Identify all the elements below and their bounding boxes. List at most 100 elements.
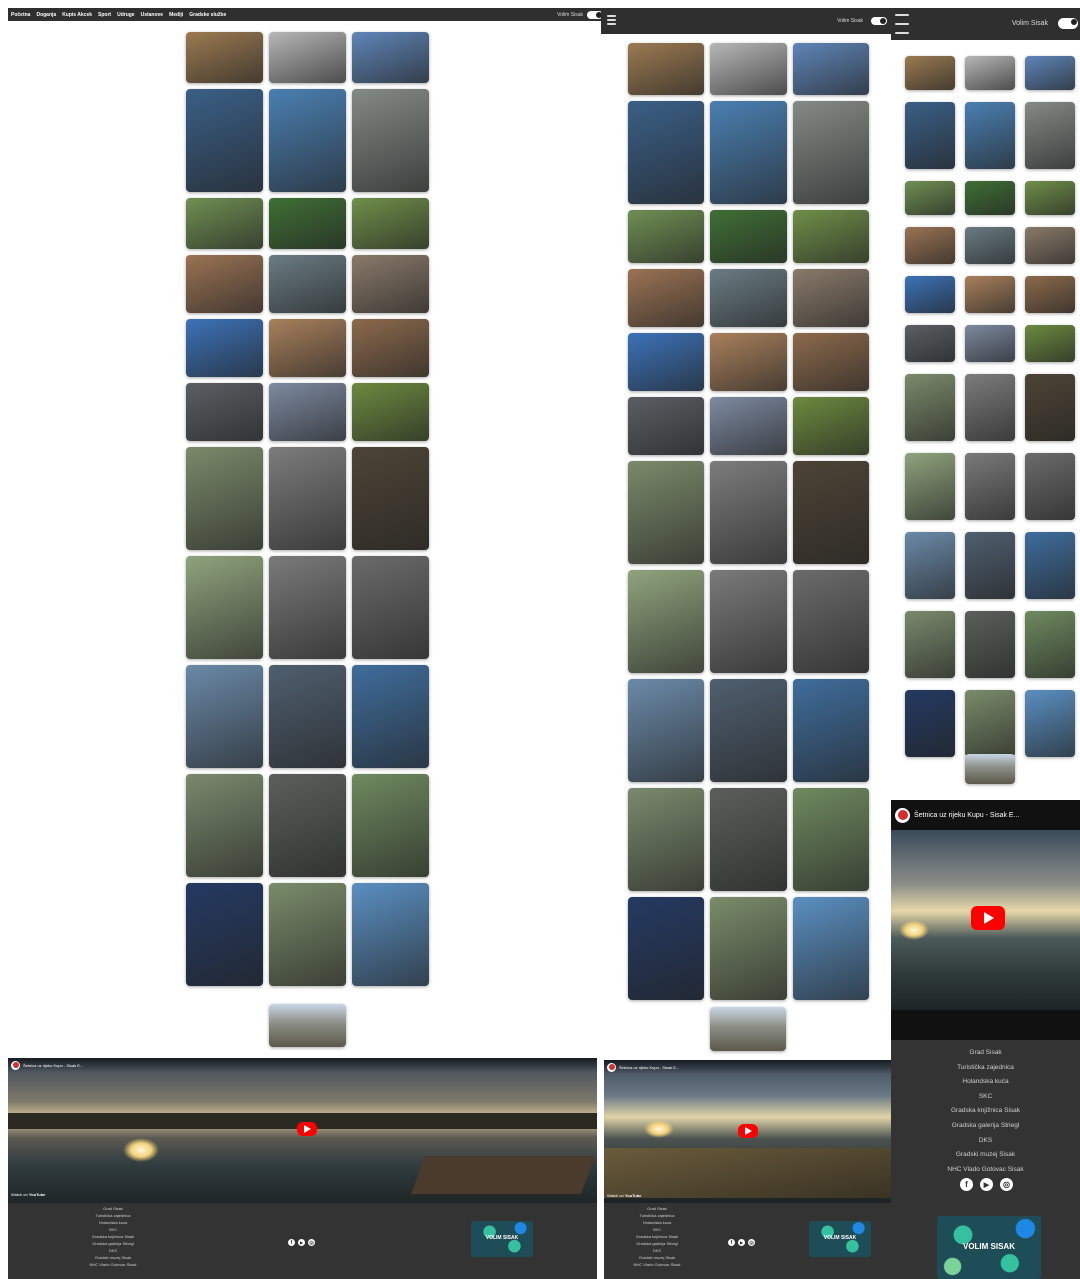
footer-link-grad-sisak[interactable]: Grad Sisak xyxy=(891,1046,1080,1061)
gallery-photo[interactable] xyxy=(905,690,955,757)
nav-item-mediji[interactable]: Mediji xyxy=(169,12,183,18)
gallery-photo[interactable] xyxy=(628,43,705,95)
gallery-photo[interactable] xyxy=(965,532,1015,599)
footer-link-galerija[interactable]: Gradska galerija Striegl xyxy=(68,1240,158,1247)
footer-link-nhc[interactable]: NHC Vlado Gotovac Sisak xyxy=(612,1261,702,1268)
gallery-photo[interactable] xyxy=(269,556,346,659)
volim-sisak-logo[interactable]: VOLIM SISAK xyxy=(937,1216,1041,1279)
gallery-photo[interactable] xyxy=(352,447,429,550)
nav-item-ustanove[interactable]: Ustanove xyxy=(141,12,164,18)
gallery-photo[interactable] xyxy=(905,325,955,362)
footer-link-skc[interactable]: SKC xyxy=(68,1226,158,1233)
gallery-photo[interactable] xyxy=(965,56,1015,90)
nav-item-gradske-sluzbe[interactable]: Gradske službe xyxy=(189,12,226,18)
footer-link-holandska[interactable]: Holandska kuća xyxy=(68,1219,158,1226)
nav-item-sport[interactable]: Sport xyxy=(98,12,111,18)
gallery-photo[interactable] xyxy=(269,198,346,249)
gallery-photo[interactable] xyxy=(710,397,787,455)
gallery-photo[interactable] xyxy=(965,181,1015,215)
gallery-photo[interactable] xyxy=(352,665,429,768)
gallery-photo[interactable] xyxy=(792,679,869,782)
video-embed[interactable]: Šetnica uz rijeku Kupu - Sisak E... Watc… xyxy=(8,1058,597,1203)
gallery-photo-last[interactable] xyxy=(710,1007,786,1051)
gallery-photo[interactable] xyxy=(269,319,346,377)
volim-sisak-logo[interactable]: VOLIM SISAK xyxy=(471,1221,533,1257)
gallery-photo[interactable] xyxy=(905,181,955,215)
gallery-photo[interactable] xyxy=(352,255,429,313)
gallery-photo[interactable] xyxy=(792,269,869,327)
gallery-photo[interactable] xyxy=(628,333,705,391)
footer-link-grad-sisak[interactable]: Grad Sisak xyxy=(68,1205,158,1212)
gallery-photo[interactable] xyxy=(965,611,1015,678)
gallery-photo[interactable] xyxy=(1025,611,1075,678)
gallery-photo[interactable] xyxy=(1025,276,1075,313)
footer-link-dks[interactable]: DKS xyxy=(891,1134,1080,1149)
gallery-photo[interactable] xyxy=(1025,532,1075,599)
gallery-photo[interactable] xyxy=(965,102,1015,169)
footer-link-nhc[interactable]: NHC Vlado Gotovac Sisak xyxy=(68,1261,158,1268)
gallery-photo[interactable] xyxy=(186,665,263,768)
gallery-photo[interactable] xyxy=(792,43,869,95)
play-button[interactable] xyxy=(738,1124,758,1138)
gallery-photo[interactable] xyxy=(269,665,346,768)
play-button[interactable] xyxy=(971,906,1005,930)
gallery-photo[interactable] xyxy=(905,102,955,169)
footer-link-nhc[interactable]: NHC Vlado Gotovac Sisak xyxy=(891,1163,1080,1178)
gallery-photo[interactable] xyxy=(792,897,869,1000)
gallery-photo[interactable] xyxy=(1025,325,1075,362)
gallery-photo[interactable] xyxy=(352,774,429,877)
footer-link-muzej[interactable]: Gradski muzej Sisak xyxy=(612,1254,702,1261)
gallery-photo-last[interactable] xyxy=(269,1004,346,1047)
gallery-photo[interactable] xyxy=(792,788,869,891)
footer-link-galerija[interactable]: Gradska galerija Striegl xyxy=(891,1119,1080,1134)
gallery-photo[interactable] xyxy=(186,383,263,441)
gallery-photo[interactable] xyxy=(905,374,955,441)
gallery-photo[interactable] xyxy=(792,397,869,455)
gallery-photo[interactable] xyxy=(965,374,1015,441)
gallery-photo[interactable] xyxy=(269,447,346,550)
gallery-photo[interactable] xyxy=(186,32,263,83)
gallery-photo[interactable] xyxy=(352,883,429,986)
video-embed[interactable]: Šetnica uz rijeku Kupu - Sisak E... Watc… xyxy=(604,1060,891,1203)
gallery-photo[interactable] xyxy=(710,43,787,95)
gallery-photo[interactable] xyxy=(269,883,346,986)
gallery-photo[interactable] xyxy=(186,883,263,986)
footer-link-turisticka[interactable]: Turistička zajednica xyxy=(891,1061,1080,1076)
gallery-photo[interactable] xyxy=(352,319,429,377)
gallery-photo[interactable] xyxy=(352,556,429,659)
theme-toggle[interactable] xyxy=(871,17,887,25)
gallery-photo[interactable] xyxy=(710,269,787,327)
gallery-photo[interactable] xyxy=(186,447,263,550)
footer-link-turisticka[interactable]: Turistička zajednica xyxy=(612,1212,702,1219)
gallery-photo[interactable] xyxy=(792,461,869,564)
gallery-photo[interactable] xyxy=(1025,374,1075,441)
footer-link-skc[interactable]: SKC xyxy=(891,1090,1080,1105)
gallery-photo[interactable] xyxy=(269,383,346,441)
footer-link-turisticka[interactable]: Turistička zajednica xyxy=(68,1212,158,1219)
gallery-photo[interactable] xyxy=(1025,227,1075,264)
gallery-photo[interactable] xyxy=(628,210,705,263)
gallery-photo[interactable] xyxy=(186,556,263,659)
facebook-icon[interactable]: f xyxy=(960,1178,973,1191)
gallery-photo[interactable] xyxy=(965,325,1015,362)
gallery-photo[interactable] xyxy=(792,101,869,204)
gallery-photo[interactable] xyxy=(628,897,705,1000)
gallery-photo[interactable] xyxy=(186,198,263,249)
gallery-photo[interactable] xyxy=(186,255,263,313)
gallery-photo[interactable] xyxy=(186,89,263,192)
footer-link-muzej[interactable]: Gradski muzej Sisak xyxy=(891,1148,1080,1163)
gallery-photo-last[interactable] xyxy=(965,754,1015,784)
footer-link-dks[interactable]: DKS xyxy=(612,1247,702,1254)
nav-item-udruge[interactable]: Udruge xyxy=(117,12,135,18)
gallery-photo[interactable] xyxy=(628,101,705,204)
gallery-photo[interactable] xyxy=(628,269,705,327)
gallery-photo[interactable] xyxy=(710,461,787,564)
gallery-photo[interactable] xyxy=(269,774,346,877)
nav-item-pocetna[interactable]: Početna xyxy=(11,12,30,18)
gallery-photo[interactable] xyxy=(628,679,705,782)
gallery-photo[interactable] xyxy=(186,774,263,877)
gallery-photo[interactable] xyxy=(186,319,263,377)
menu-icon[interactable] xyxy=(895,14,909,34)
instagram-icon[interactable]: ◎ xyxy=(308,1239,315,1246)
gallery-photo[interactable] xyxy=(792,570,869,673)
